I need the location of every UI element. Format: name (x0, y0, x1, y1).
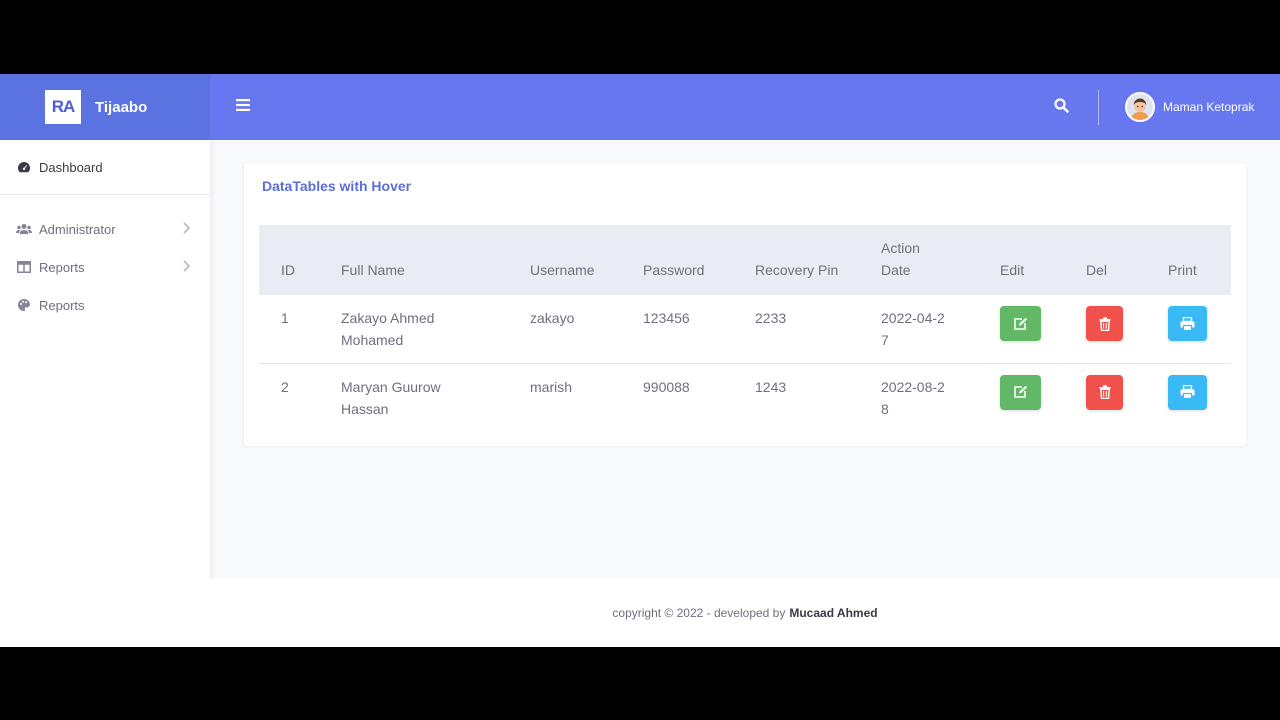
cell-password: 123456 (643, 310, 690, 326)
delete-button[interactable] (1086, 374, 1123, 410)
cell-id: 2 (281, 378, 289, 395)
column-header-del[interactable]: Del (1086, 225, 1168, 295)
print-button[interactable] (1168, 374, 1207, 410)
avatar (1125, 92, 1155, 122)
palette-icon (16, 298, 32, 312)
edit-button[interactable] (1000, 374, 1041, 410)
tachometer-icon (16, 161, 32, 173)
footer: copyright © 2022 - developed by Mucaad A… (210, 579, 1280, 647)
sidebar-item-reports-2[interactable]: Reports (0, 286, 210, 324)
column-header-password[interactable]: Password (643, 225, 755, 295)
datatable-card: DataTables with Hover ID Full Name Usern… (244, 163, 1246, 446)
footer-author[interactable]: Mucaad Ahmed (789, 606, 877, 620)
sidebar: RA Tijaabo Dashboard Administrator Repor… (0, 74, 210, 647)
chevron-right-icon (182, 222, 191, 237)
column-header-full-name[interactable]: Full Name (341, 225, 530, 295)
cell-recovery-pin: 1243 (755, 378, 787, 395)
cell-full-name: Zakayo Ahmed Mohamed (341, 310, 435, 348)
cell-action-date: 2022-04-27 (881, 310, 945, 348)
users-icon (16, 223, 32, 235)
cell-print (1168, 295, 1231, 363)
cell-username: marish (530, 378, 573, 395)
print-icon (1180, 385, 1195, 399)
edit-icon (1014, 317, 1028, 330)
sidebar-item-label: Dashboard (39, 159, 103, 175)
delete-button[interactable] (1086, 306, 1123, 341)
user-name: Maman Ketoprak (1163, 100, 1255, 114)
sidebar-item-label: Administrator (39, 221, 116, 237)
sidebar-item-reports[interactable]: Reports (0, 248, 210, 286)
sidebar-divider (0, 194, 210, 195)
cell-print (1168, 363, 1231, 431)
cell-username: zakayo (530, 310, 575, 326)
edit-button[interactable] (1000, 306, 1041, 341)
table-row[interactable]: 2 Maryan Guurow Hassan marish 990088 124… (259, 363, 1231, 431)
print-icon (1180, 316, 1195, 331)
table-header-row: ID Full Name Username Password Recovery … (259, 225, 1231, 295)
topbar: Maman Ketoprak (210, 74, 1280, 140)
sidebar-item-administrator[interactable]: Administrator (0, 210, 210, 248)
table-icon (16, 261, 32, 273)
cell-full-name: Maryan Guurow Hassan (341, 378, 441, 417)
users-table: ID Full Name Username Password Recovery … (259, 225, 1231, 431)
topbar-divider (1098, 90, 1099, 125)
brand-name: Tijaabo (95, 98, 148, 116)
cell-id: 1 (281, 310, 289, 326)
cell-edit (1000, 295, 1086, 363)
brand-logo: RA (45, 90, 81, 124)
trash-icon (1099, 316, 1110, 331)
column-header-action-date[interactable]: Action Date (881, 225, 1000, 295)
sidebar-item-label: Reports (39, 297, 85, 313)
hamburger-menu-icon[interactable] (236, 98, 250, 116)
trash-icon (1099, 385, 1110, 399)
column-header-username[interactable]: Username (530, 225, 643, 295)
cell-recovery-pin: 2233 (755, 310, 787, 326)
user-menu[interactable]: Maman Ketoprak (1125, 92, 1254, 122)
card-title: DataTables with Hover (262, 178, 412, 194)
column-header-id[interactable]: ID (259, 225, 341, 295)
app-window: RA Tijaabo Dashboard Administrator Repor… (0, 74, 1280, 647)
brand[interactable]: RA Tijaabo (0, 74, 210, 140)
edit-icon (1014, 385, 1028, 398)
column-header-edit[interactable]: Edit (1000, 225, 1086, 295)
cell-del (1086, 295, 1168, 363)
sidebar-item-dashboard[interactable]: Dashboard (0, 148, 210, 186)
column-header-print[interactable]: Print (1168, 225, 1231, 295)
cell-del (1086, 363, 1168, 431)
chevron-right-icon (182, 260, 191, 275)
brand-logo-text: RA (51, 97, 76, 116)
cell-edit (1000, 363, 1086, 431)
cell-password: 990088 (643, 378, 690, 395)
column-header-recovery-pin[interactable]: Recovery Pin (755, 225, 881, 295)
search-icon[interactable] (1054, 98, 1069, 118)
sidebar-item-label: Reports (39, 259, 85, 275)
print-button[interactable] (1168, 306, 1207, 341)
cell-action-date: 2022-08-28 (881, 378, 945, 417)
table-row[interactable]: 1 Zakayo Ahmed Mohamed zakayo 123456 223… (259, 295, 1231, 363)
footer-copyright: copyright © 2022 - developed by (612, 606, 786, 620)
